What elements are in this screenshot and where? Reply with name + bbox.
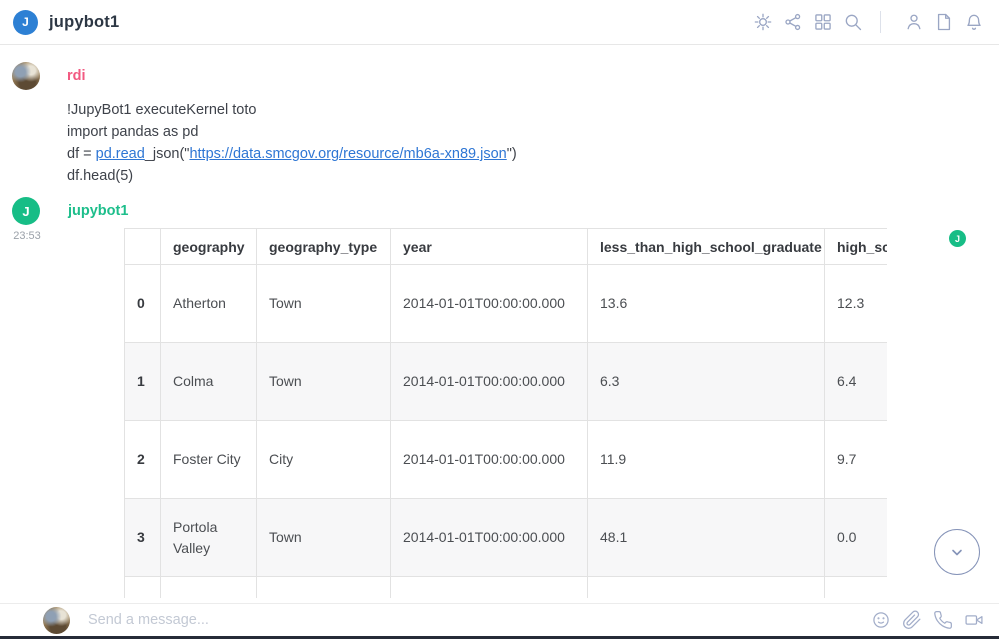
table-cell: Town [257,499,391,577]
table-cell: Foster City [161,421,257,499]
table-cell: Portola Valley [161,499,257,577]
message-composer [0,603,999,636]
room-title: jupybot1 [49,13,119,32]
chat-area: rdi !JupyBot1 executeKernel toto import … [0,45,999,603]
search-icon[interactable] [842,11,864,33]
username[interactable]: jupybot1 [68,197,128,219]
bell-icon[interactable] [963,11,985,33]
message-line: df = pd.read_json("https://data.smcgov.o… [67,143,999,165]
table-cell: Colma [161,343,257,421]
dataframe-table: geography geography_type year less_than_… [124,228,887,598]
username[interactable]: rdi [67,62,86,84]
top-bar-divider [880,11,881,33]
table-cell [161,577,257,599]
dataframe-table-container: geography geography_type year less_than_… [124,228,887,598]
message-jupybot1: J 23:53 jupybot1 geography geography_typ… [12,197,999,598]
table-row: 3 Portola Valley Town 2014-01-01T00:00:0… [125,499,888,577]
row-index-cell: 3 [125,499,161,577]
table-cell: 13.6 [588,265,825,343]
composer-actions [860,610,984,630]
column-header: high_school_graduate [825,229,888,265]
column-header: geography_type [257,229,391,265]
message-text: !JupyBot1 executeKernel toto import pand… [67,99,999,187]
gear-icon[interactable] [752,11,774,33]
app-window: J jupybot1 [0,0,999,639]
link[interactable]: pd.read [96,146,145,162]
share-icon[interactable] [782,11,804,33]
chevron-down-icon [945,540,969,564]
column-header [125,229,161,265]
table-cell: 2014-01-01T00:00:00.000 [391,343,588,421]
table-cell: 9.7 [825,421,888,499]
table-cell: Town [257,343,391,421]
column-header: less_than_high_school_graduate [588,229,825,265]
phone-icon[interactable] [933,610,953,630]
row-index-cell: 1 [125,343,161,421]
table-cell: 2014-01-01T00:00:00.000 [391,499,588,577]
attachment-icon[interactable] [902,610,922,630]
user-icon[interactable] [903,11,925,33]
table-cell: 12.3 [825,265,888,343]
apps-grid-icon[interactable] [812,11,834,33]
table-cell: 48.1 [588,499,825,577]
message-line: !JupyBot1 executeKernel toto [67,99,999,121]
table-cell: 6.4 [825,343,888,421]
message-line: import pandas as pd [67,121,999,143]
column-header: geography [161,229,257,265]
message-line: df.head(5) [67,165,999,187]
table-row: 1 Colma Town 2014-01-01T00:00:00.000 6.3… [125,343,888,421]
table-row: 0 Atherton Town 2014-01-01T00:00:00.000 … [125,265,888,343]
top-bar: J jupybot1 [0,0,999,45]
table-cell [588,577,825,599]
room-avatar[interactable]: J [13,10,38,35]
table-row: 2 Foster City City 2014-01-01T00:00:00.0… [125,421,888,499]
bot-avatar[interactable]: J [12,197,40,225]
table-cell: Town [257,265,391,343]
code-text: _json(" [145,146,190,162]
table-cell: 2014-01-01T00:00:00.000 [391,421,588,499]
table-cell: 0.0 [825,499,888,577]
code-text: df = [67,146,96,162]
message-input[interactable] [88,612,860,628]
timestamp: 23:53 [9,230,45,242]
table-cell: 2014-01-01T00:00:00.000 [391,265,588,343]
column-header: year [391,229,588,265]
table-cell [257,577,391,599]
row-index-cell: 0 [125,265,161,343]
row-index-cell: 2 [125,421,161,499]
emoji-icon[interactable] [871,610,891,630]
video-call-icon[interactable] [964,610,984,630]
table-cell [391,577,588,599]
link[interactable]: https://data.smcgov.org/resource/mb6a-xn… [189,146,506,162]
table-cell: 11.9 [588,421,825,499]
top-bar-actions [744,11,985,33]
self-avatar [43,607,70,634]
document-icon[interactable] [933,11,955,33]
table-cell [825,577,888,599]
table-cell: 6.3 [588,343,825,421]
avatar[interactable] [12,62,40,90]
table-row [125,577,888,599]
table-header-row: geography geography_type year less_than_… [125,229,888,265]
message-rdi: rdi !JupyBot1 executeKernel toto import … [12,62,999,187]
scroll-to-bottom-button[interactable] [934,529,980,575]
row-index-cell [125,577,161,599]
table-cell: City [257,421,391,499]
table-cell: Atherton [161,265,257,343]
read-receipt-badge: J [949,230,966,247]
code-text: ") [507,146,517,162]
